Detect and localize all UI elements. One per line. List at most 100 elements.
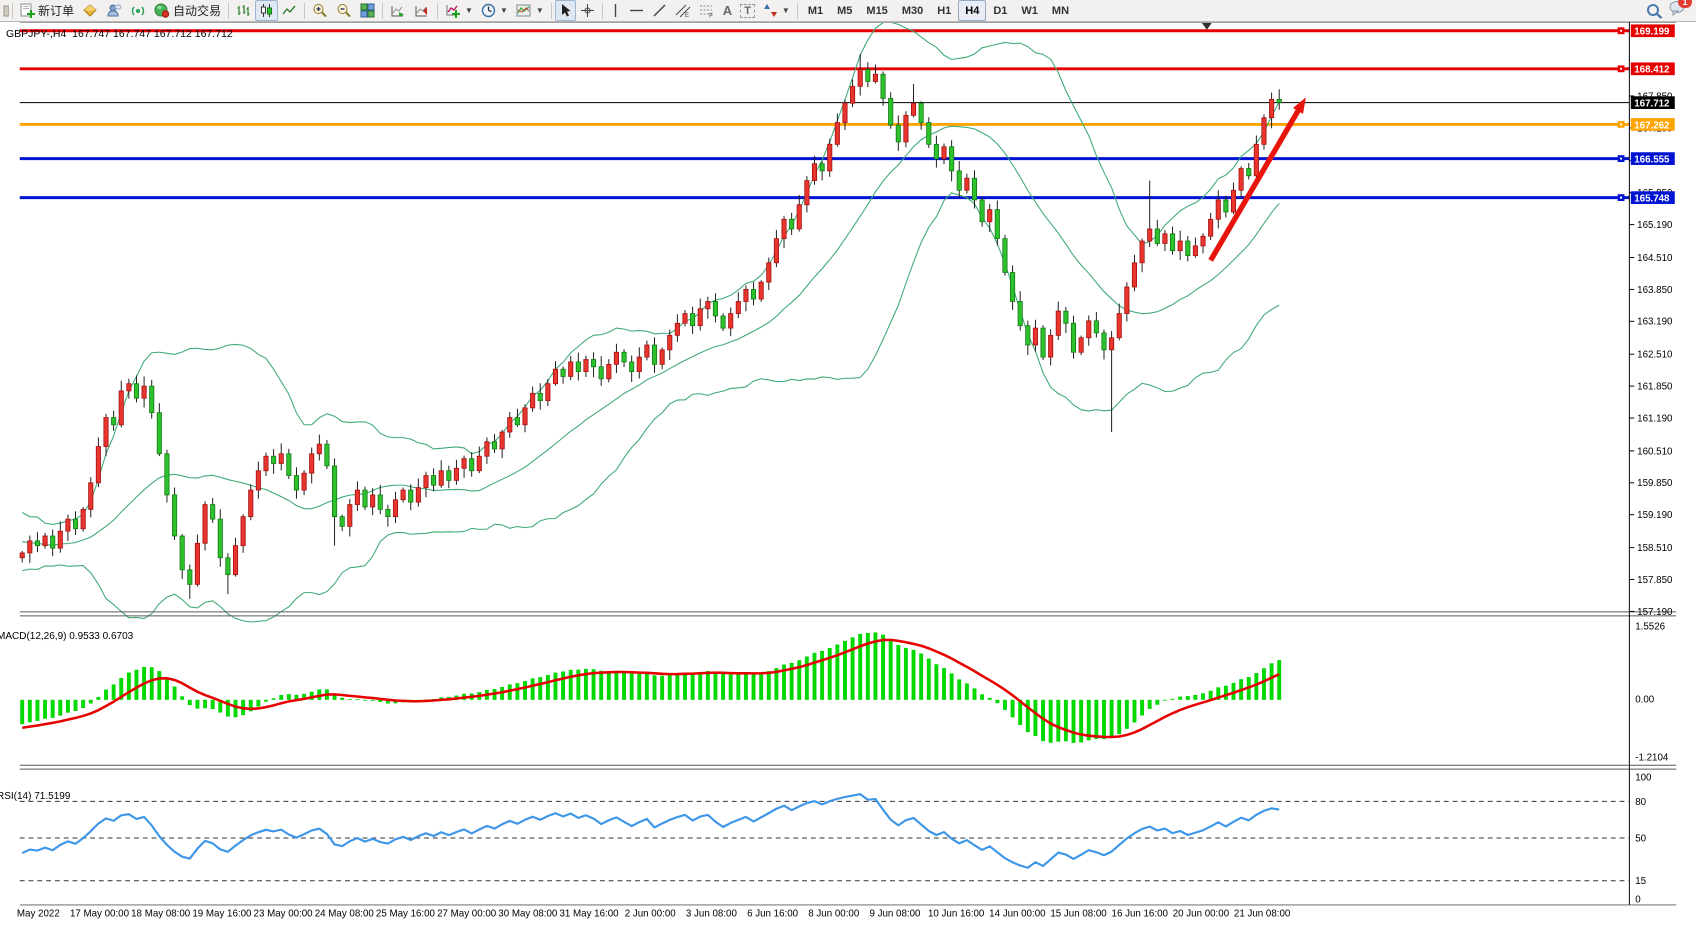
candlestick-icon: [259, 3, 274, 18]
arrows-tool-button[interactable]: ▼: [759, 0, 794, 21]
svg-text:163.850: 163.850: [1637, 285, 1673, 296]
mt4-window: { "toolbar": { "new_order_label": "新订单",…: [0, 0, 1696, 944]
svg-text:161.190: 161.190: [1637, 413, 1673, 424]
svg-text:19 May 16:00: 19 May 16:00: [192, 909, 252, 920]
templates-button[interactable]: ▼: [512, 0, 548, 21]
signal-icon: [130, 3, 146, 18]
chart-line-button[interactable]: [278, 0, 301, 21]
chart-canvas[interactable]: 167.850167.190166.510165.850165.190164.5…: [0, 22, 1696, 944]
document-plus-icon: [20, 3, 35, 18]
chevron-down-icon: ▼: [536, 6, 544, 15]
svg-text:8 Jun 00:00: 8 Jun 00:00: [808, 909, 860, 920]
timeframe-M30[interactable]: M30: [895, 0, 930, 21]
chart-bars-button[interactable]: [232, 0, 255, 21]
svg-text:169.199: 169.199: [1634, 27, 1670, 38]
text-tool-button[interactable]: A: [719, 0, 736, 21]
zoom-out-button[interactable]: [332, 0, 356, 21]
channel-icon: E: [675, 3, 691, 18]
chart-shift-button[interactable]: [410, 0, 434, 21]
rsi-indicator-label: RSI(14) 71.5199: [0, 791, 70, 802]
vertical-line-icon: [610, 3, 621, 18]
svg-text:162.510: 162.510: [1637, 350, 1673, 361]
timeframe-H4[interactable]: H4: [958, 0, 986, 21]
trendline-icon: [652, 3, 667, 18]
chart-candles-button[interactable]: [255, 0, 278, 21]
svg-text:1.5526: 1.5526: [1635, 622, 1665, 633]
svg-text:20 Jun 00:00: 20 Jun 00:00: [1173, 909, 1230, 920]
svg-text:E: E: [685, 13, 689, 18]
clock-icon: [481, 3, 496, 18]
chart-template-icon: [516, 3, 532, 18]
signal-button[interactable]: [126, 0, 150, 21]
svg-text:-1.2104: -1.2104: [1635, 752, 1669, 763]
new-order-button[interactable]: 新订单: [16, 0, 78, 21]
timeframe-MN[interactable]: MN: [1045, 0, 1076, 21]
market-watch-button[interactable]: [78, 0, 102, 21]
profile-button[interactable]: [102, 0, 126, 21]
svg-text:23 May 00:00: 23 May 00:00: [254, 909, 314, 920]
tile-windows-button[interactable]: [356, 0, 379, 21]
svg-text:25 May 16:00: 25 May 16:00: [376, 909, 436, 920]
svg-text:100: 100: [1635, 772, 1652, 783]
arrows-shapes-icon: [763, 3, 778, 18]
timeframe-M15[interactable]: M15: [859, 0, 894, 21]
auto-trading-button[interactable]: 自动交易: [150, 0, 225, 21]
svg-text:15 Jun 08:00: 15 Jun 08:00: [1050, 909, 1107, 920]
svg-text:30 May 08:00: 30 May 08:00: [498, 909, 558, 920]
vertical-line-tool-button[interactable]: [606, 0, 625, 21]
timeframe-W1[interactable]: W1: [1014, 0, 1045, 21]
zoom-in-button[interactable]: [308, 0, 332, 21]
ohlc-bars-icon: [236, 3, 251, 18]
periods-button[interactable]: ▼: [477, 0, 512, 21]
crosshair-tool-button[interactable]: [576, 0, 599, 21]
timeframe-M1[interactable]: M1: [801, 0, 830, 21]
macd-indicator-label: MACD(12,26,9) 0.9533 0.6703: [0, 631, 133, 642]
timeframe-D1[interactable]: D1: [986, 0, 1014, 21]
svg-text:0.00: 0.00: [1635, 695, 1655, 706]
svg-text:18 May 08:00: 18 May 08:00: [131, 909, 191, 920]
svg-text:166.555: 166.555: [1634, 155, 1670, 166]
svg-text:2 Jun 00:00: 2 Jun 00:00: [625, 909, 677, 920]
svg-text:9 Jun 08:00: 9 Jun 08:00: [869, 909, 921, 920]
auto-scroll-icon: [390, 3, 406, 18]
auto-scroll-button[interactable]: [386, 0, 410, 21]
toolbar-separator: [304, 3, 305, 19]
svg-text:157.850: 157.850: [1637, 575, 1673, 586]
notifications-button[interactable]: 1: [1669, 0, 1686, 21]
svg-text:159.190: 159.190: [1637, 510, 1673, 521]
svg-text:24 May 08:00: 24 May 08:00: [315, 909, 375, 920]
clipped-toolbar-icon: [2, 4, 9, 18]
line-chart-icon: [282, 3, 297, 18]
text-label-tool-button[interactable]: T: [736, 0, 759, 21]
chevron-down-icon: ▼: [782, 6, 790, 15]
svg-text:10 Jun 16:00: 10 Jun 16:00: [928, 909, 985, 920]
horizontal-line-icon: [629, 3, 644, 18]
svg-text:165.190: 165.190: [1637, 220, 1673, 231]
user-cloud-icon: [106, 3, 122, 18]
svg-text:161.850: 161.850: [1637, 382, 1673, 393]
timeframe-M5[interactable]: M5: [830, 0, 859, 21]
zoom-out-icon: [336, 3, 352, 18]
cursor-tool-button[interactable]: [555, 0, 576, 21]
text-tool-icon: A: [723, 3, 732, 18]
timeframe-H1[interactable]: H1: [930, 0, 958, 21]
svg-text:160.510: 160.510: [1637, 446, 1673, 457]
svg-text:27 May 00:00: 27 May 00:00: [437, 909, 497, 920]
indicators-button[interactable]: ▼: [441, 0, 477, 21]
toolbar-separator: [437, 3, 438, 19]
timeframe-bar: M1M5M15M30H1H4D1W1MN: [801, 0, 1076, 21]
svg-text:F: F: [709, 13, 713, 19]
svg-text:163.190: 163.190: [1637, 317, 1673, 328]
trendline-tool-button[interactable]: [648, 0, 671, 21]
svg-text:167.262: 167.262: [1634, 120, 1670, 131]
equidistant-channel-tool-button[interactable]: E: [671, 0, 695, 21]
search-icon[interactable]: [1646, 3, 1663, 19]
horizontal-line-tool-button[interactable]: [625, 0, 648, 21]
chevron-down-icon: ▼: [500, 6, 508, 15]
fibonacci-tool-button[interactable]: F: [695, 0, 719, 21]
svg-text:16 Jun 16:00: 16 Jun 16:00: [1112, 909, 1169, 920]
text-label-tool-icon: T: [740, 4, 755, 18]
crosshair-icon: [580, 3, 595, 18]
toolbar: 新订单 自动交易: [0, 0, 1696, 22]
svg-text:15: 15: [1635, 876, 1646, 887]
